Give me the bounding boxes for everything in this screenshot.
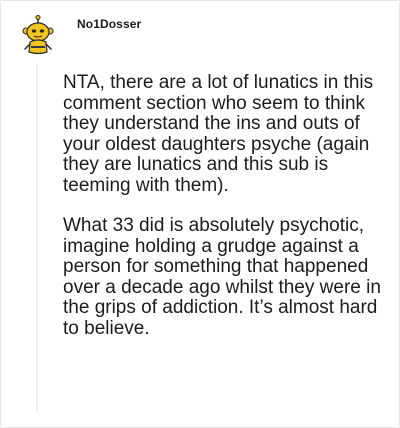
snoo-avatar-icon[interactable]	[21, 15, 55, 55]
comment-paragraph: What 33 did is absolutely psychotic, ima…	[63, 215, 381, 339]
comment-card: No1Dosser NTA, there are a lot of lunati…	[0, 0, 400, 428]
comment-header: No1Dosser	[21, 15, 141, 55]
comment-paragraph: NTA, there are a lot of lunatics in this…	[63, 72, 374, 196]
comment-body: NTA, there are a lot of lunatics in this…	[63, 72, 381, 359]
thread-collapse-line[interactable]	[36, 63, 38, 411]
comment-author-username[interactable]: No1Dosser	[77, 17, 141, 31]
